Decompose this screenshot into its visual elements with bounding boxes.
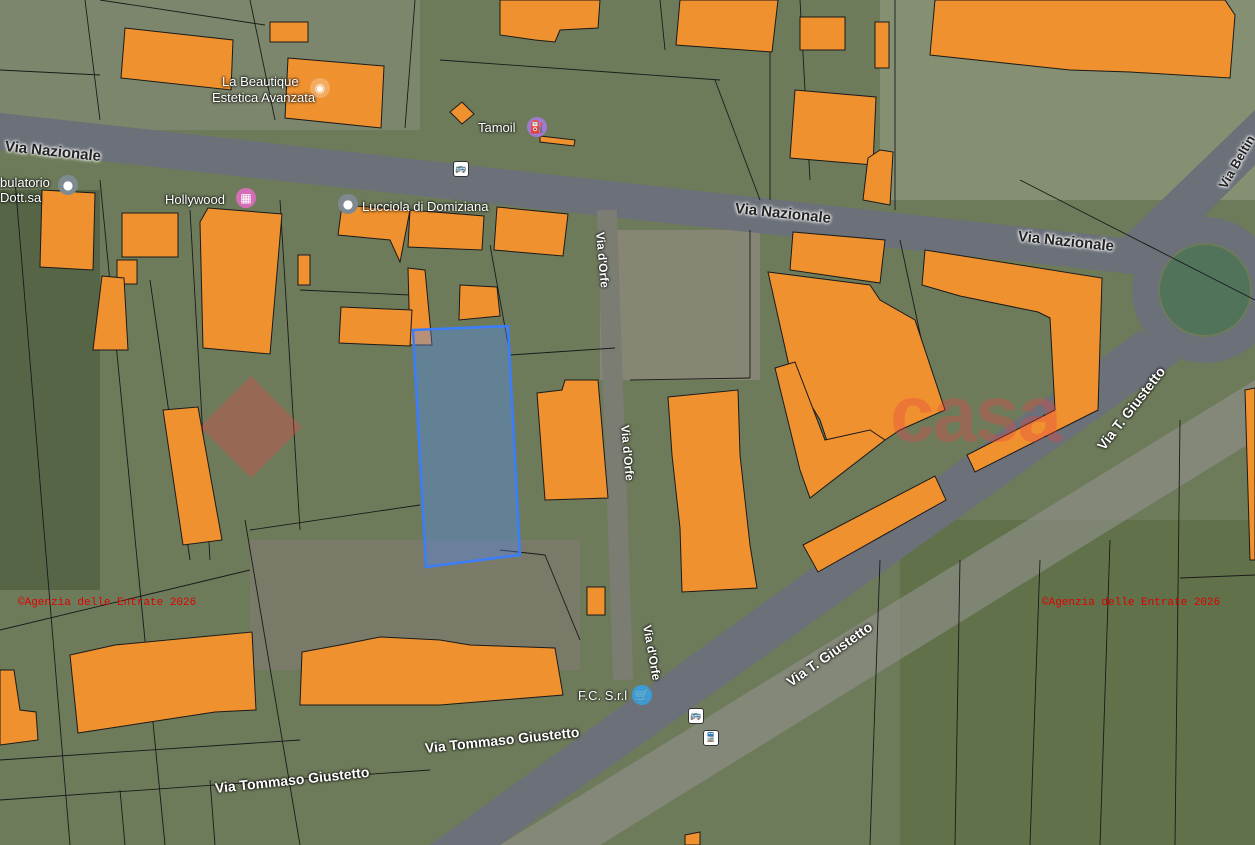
bus-stop-icon[interactable]: 🚌 bbox=[453, 161, 469, 177]
building bbox=[338, 306, 413, 347]
building bbox=[458, 284, 501, 321]
cadastral-map[interactable]: casa Via Nazionale Via Nazionale Via Naz… bbox=[0, 0, 1255, 845]
building bbox=[493, 206, 569, 257]
poi-label-tamoil: Tamoil bbox=[478, 120, 516, 135]
medical-pin-icon[interactable]: ● bbox=[58, 175, 78, 195]
selected-parcel bbox=[411, 324, 522, 569]
building bbox=[675, 0, 779, 53]
watermark-text: casa bbox=[890, 369, 1062, 458]
poi-label-dott: Dott.sa bbox=[0, 190, 42, 205]
building bbox=[862, 149, 894, 206]
shopping-cart-icon[interactable]: 🛒 bbox=[632, 685, 652, 705]
building bbox=[407, 209, 485, 251]
train-stop-icon[interactable]: 🚆 bbox=[703, 730, 719, 746]
poi-label-beautique: La Beautique bbox=[222, 74, 299, 89]
building bbox=[586, 586, 606, 616]
poi-label-hollywood: Hollywood bbox=[165, 192, 225, 207]
poi-label-ambulatorio: bulatorio bbox=[0, 175, 50, 190]
building bbox=[269, 21, 309, 43]
poi-label-lucciola: Lucciola di Domiziana bbox=[362, 199, 489, 214]
building bbox=[297, 254, 311, 286]
poi-label-estetica: Estetica Avanzata bbox=[212, 90, 316, 105]
map-canvas bbox=[0, 0, 1255, 845]
building bbox=[199, 207, 283, 355]
copyright-right: ©Agenzia delle Entrate 2026 bbox=[1042, 597, 1221, 609]
building bbox=[874, 21, 890, 69]
building bbox=[536, 379, 609, 501]
location-pin-icon[interactable]: ● bbox=[338, 194, 358, 214]
location-pin-icon[interactable]: ◉ bbox=[310, 78, 330, 98]
building bbox=[789, 89, 877, 166]
bus-stop-icon[interactable]: 🚌 bbox=[688, 708, 704, 724]
building bbox=[121, 212, 179, 258]
fuel-station-icon[interactable]: ⛽ bbox=[527, 117, 547, 137]
building bbox=[39, 189, 96, 271]
shopping-pin-icon[interactable]: ▦ bbox=[236, 188, 256, 208]
poi-label-fc-srl: F.C. S.r.l bbox=[578, 688, 628, 703]
copyright-left: ©Agenzia delle Entrate 2026 bbox=[18, 597, 197, 609]
building bbox=[799, 16, 846, 51]
watermark-logo bbox=[200, 375, 302, 478]
building bbox=[299, 636, 564, 706]
